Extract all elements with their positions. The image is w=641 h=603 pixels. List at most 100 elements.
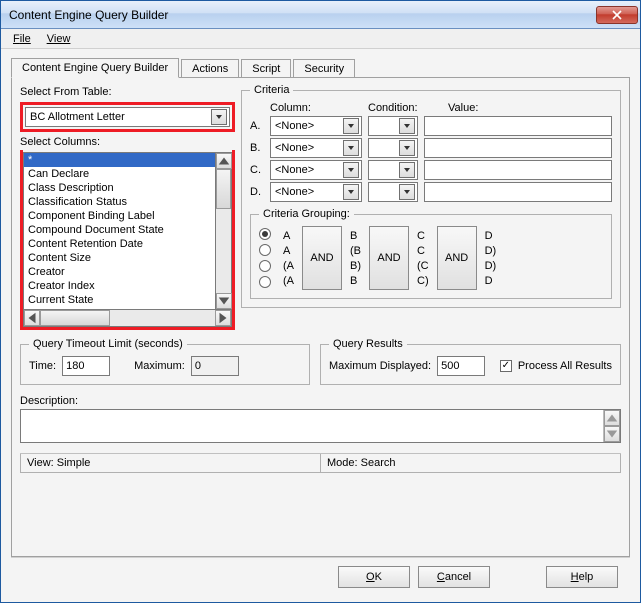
tab-page: Select From Table: BC Allotment Letter S… [11, 77, 630, 557]
scroll-htrack[interactable] [40, 310, 215, 326]
tab-query-builder[interactable]: Content Engine Query Builder [11, 58, 179, 78]
columns-hscroll[interactable] [23, 310, 232, 327]
value-header: Value: [448, 102, 612, 114]
results-fieldset: Query Results Maximum Displayed: Process… [320, 338, 621, 385]
dropdown-button[interactable] [399, 162, 415, 178]
column-dropdown-c[interactable]: <None> [270, 160, 362, 180]
column-dropdown-b[interactable]: <None> [270, 138, 362, 158]
client-area: Content Engine Query Builder Actions Scr… [1, 49, 640, 602]
cancel-button[interactable]: Cancel [418, 566, 490, 588]
criteria-row-c: C. <None> [250, 160, 612, 180]
tab-security[interactable]: Security [293, 59, 355, 78]
scroll-up-button[interactable] [604, 410, 620, 426]
column-dropdown-d[interactable]: <None> [270, 182, 362, 202]
condition-dropdown-b[interactable] [368, 138, 418, 158]
group-col-1: A A (A (A [277, 226, 300, 290]
max-displayed-input[interactable] [437, 356, 485, 376]
scroll-thumb[interactable] [216, 169, 231, 209]
chevron-left-icon [25, 311, 39, 325]
column-dropdown-a[interactable]: <None> [270, 116, 362, 136]
scroll-up-button[interactable] [216, 153, 232, 169]
dropdown-button[interactable] [343, 140, 359, 156]
value-input-b[interactable] [424, 138, 612, 158]
time-input[interactable] [62, 356, 110, 376]
list-item[interactable]: Classification Status [24, 195, 215, 209]
value-input-d[interactable] [424, 182, 612, 202]
scroll-hthumb[interactable] [40, 310, 110, 326]
scroll-down-button[interactable] [604, 426, 620, 442]
description-vscroll[interactable] [603, 410, 620, 442]
criteria-legend: Criteria [250, 84, 293, 96]
description-label: Description: [20, 395, 621, 407]
view-status: View: Simple [20, 454, 320, 473]
help-button[interactable]: Help [546, 566, 618, 588]
condition-dropdown-a[interactable] [368, 116, 418, 136]
maximum-input [191, 356, 239, 376]
dropdown-button[interactable] [399, 184, 415, 200]
description-textarea[interactable] [20, 409, 621, 443]
dropdown-button[interactable] [399, 118, 415, 134]
dropdown-button[interactable] [343, 162, 359, 178]
tab-actions[interactable]: Actions [181, 59, 239, 78]
table-dropdown[interactable]: BC Allotment Letter [25, 107, 230, 127]
list-item[interactable]: Creator [24, 265, 215, 279]
mode-status: Mode: Search [320, 454, 621, 473]
criteria-fieldset: Criteria Column: Condition: Value: A. <N… [241, 84, 621, 308]
grouping-radio-1[interactable] [259, 228, 271, 240]
chevron-down-icon [347, 166, 355, 174]
list-item[interactable]: Creator Index [24, 279, 215, 293]
process-all-checkbox[interactable] [500, 360, 512, 372]
row-label: C. [250, 164, 264, 176]
and-button-1[interactable]: AND [302, 226, 342, 290]
scroll-track[interactable] [216, 169, 231, 293]
condition-dropdown-d[interactable] [368, 182, 418, 202]
close-button[interactable] [596, 6, 638, 24]
menu-view[interactable]: View [41, 31, 77, 47]
list-item[interactable]: Content Size [24, 251, 215, 265]
row-label: B. [250, 142, 264, 154]
grouping-radio-2[interactable] [259, 244, 271, 256]
process-all-label: Process All Results [518, 360, 612, 372]
dropdown-button[interactable] [343, 118, 359, 134]
table-dropdown-button[interactable] [211, 109, 227, 125]
list-item[interactable]: Compound Document State [24, 223, 215, 237]
criteria-row-b: B. <None> [250, 138, 612, 158]
list-item[interactable]: * [24, 153, 215, 167]
grouping-radio-4[interactable] [259, 276, 271, 288]
dropdown-button[interactable] [399, 140, 415, 156]
and-button-3[interactable]: AND [437, 226, 477, 290]
list-item[interactable]: Content Retention Date [24, 237, 215, 251]
and-button-2[interactable]: AND [369, 226, 409, 290]
window: Content Engine Query Builder File View C… [0, 0, 641, 603]
tab-script[interactable]: Script [241, 59, 291, 78]
list-item[interactable]: Class Description [24, 181, 215, 195]
value-input-c[interactable] [424, 160, 612, 180]
condition-dropdown-c[interactable] [368, 160, 418, 180]
columns-vscroll[interactable] [215, 152, 232, 310]
chevron-down-icon [217, 294, 231, 308]
value-input-a[interactable] [424, 116, 612, 136]
grouping-radio-3[interactable] [259, 260, 271, 272]
criteria-headers: Column: Condition: Value: [250, 102, 612, 114]
list-item[interactable]: Can Declare [24, 167, 215, 181]
scroll-down-button[interactable] [216, 293, 232, 309]
grouping-fieldset: Criteria Grouping: A A [250, 208, 612, 299]
results-legend: Query Results [329, 338, 407, 350]
max-displayed-label: Maximum Displayed: [329, 360, 431, 372]
ok-button[interactable]: OK [338, 566, 410, 588]
status-row: View: Simple Mode: Search [20, 453, 621, 473]
chevron-down-icon [347, 122, 355, 130]
scroll-right-button[interactable] [215, 310, 231, 326]
group-col-2: B (B B) B [344, 226, 367, 290]
time-label: Time: [29, 360, 56, 372]
dropdown-button[interactable] [343, 184, 359, 200]
scroll-left-button[interactable] [24, 310, 40, 326]
list-item[interactable]: Component Binding Label [24, 209, 215, 223]
menu-file[interactable]: File [7, 31, 37, 47]
button-row: OK Cancel Help [11, 557, 630, 596]
list-item[interactable]: Current State [24, 293, 215, 307]
columns-listbox[interactable]: * Can Declare Class Description Classifi… [23, 152, 215, 310]
group-col-4: D D) D) D [479, 226, 503, 290]
chevron-down-icon [605, 427, 619, 441]
chevron-down-icon [403, 144, 411, 152]
